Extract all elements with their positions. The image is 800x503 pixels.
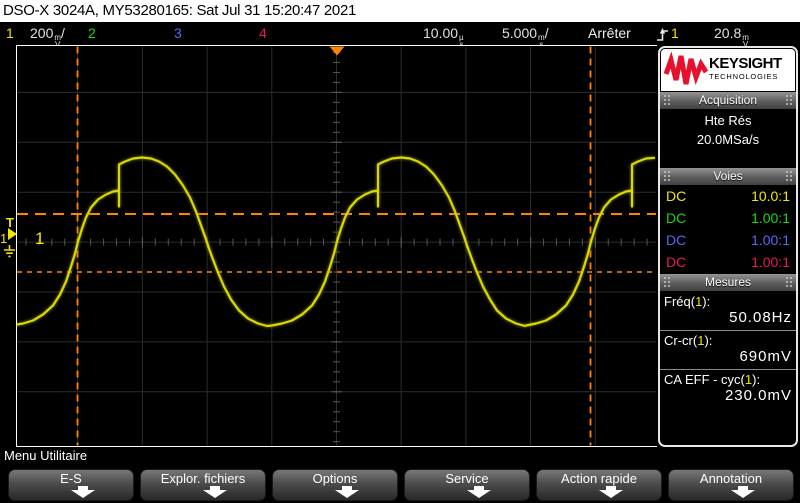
measurements-list: Fréq(1): 50.08Hz Cr-cr(1): 690mV CA EFF … — [660, 292, 796, 408]
channel4-button[interactable]: 4 — [259, 25, 267, 41]
measurement-value: 690mV — [739, 348, 792, 365]
softkey-es[interactable]: E-S — [8, 469, 134, 501]
trigger-source-indicator[interactable]: 1 — [671, 25, 679, 41]
title-bar: DSO-X 3024A, MY53280165: Sat Jul 31 15:2… — [0, 0, 800, 22]
keysight-logo: KEYSIGHT TECHNOLOGIES — [661, 49, 795, 91]
channel1-row[interactable]: DC 10.0:1 — [660, 185, 796, 207]
rising-edge-trigger-icon — [657, 28, 668, 41]
measurement-frequency: Fréq(1): 50.08Hz — [660, 292, 796, 331]
menu-title: Menu Utilitaire — [4, 448, 88, 463]
grip-icon — [786, 95, 792, 106]
keysight-logo-text: KEYSIGHT TECHNOLOGIES — [709, 55, 782, 82]
acquisition-mode: Hte Rés — [704, 113, 752, 128]
per-div-slash: / — [61, 25, 65, 41]
softkey-explorer-fichiers[interactable]: Explor. fichiers — [140, 469, 266, 501]
softkey-annotation[interactable]: Annotation — [668, 469, 794, 501]
channels-list: DC 10.0:1 DC 1.00:1 DC 1.00:1 DC 1.00:1 — [660, 185, 796, 273]
acquisition-section-header[interactable]: Acquisition — [660, 92, 796, 109]
trigger-level-readout[interactable]: 20.8 m V — [714, 25, 749, 49]
softkey-options[interactable]: Options — [272, 469, 398, 501]
measurements-section-header[interactable]: Mesures — [660, 274, 796, 291]
sidebar-panel: KEYSIGHT TECHNOLOGIES Acquisition Hte Ré… — [658, 46, 798, 447]
measurement-value: 230.0mV — [724, 387, 792, 404]
run-state-indicator[interactable]: Arrêter — [588, 25, 631, 41]
measurement-ac-rms: CA EFF - cyc(1): 230.0mV — [664, 372, 792, 404]
softkey-service[interactable]: Service — [404, 469, 530, 501]
channel3-button[interactable]: 3 — [174, 25, 182, 41]
grip-icon — [664, 171, 670, 182]
grip-icon — [786, 277, 792, 288]
keysight-spark-icon — [663, 51, 709, 85]
channels-section-header[interactable]: Voies — [660, 168, 796, 185]
channel3-row[interactable]: DC 1.00:1 — [660, 229, 796, 251]
softkey-action-rapide[interactable]: Action rapide — [536, 469, 662, 501]
oscilloscope-screen: DSO-X 3024A, MY53280165: Sat Jul 31 15:2… — [0, 0, 800, 503]
channel4-row[interactable]: DC 1.00:1 — [660, 251, 796, 273]
grip-icon — [664, 277, 670, 288]
acquisition-info: Hte Rés 20.0MSa/s — [660, 109, 796, 147]
measurement-peak-to-peak: Cr-cr(1): 690mV — [660, 331, 796, 370]
trigger-level-marker-icon[interactable] — [8, 228, 17, 240]
ground-icon — [4, 245, 15, 258]
channel2-button[interactable]: 2 — [88, 25, 96, 41]
measurement-value: 50.08Hz — [729, 309, 792, 326]
channel1-ground-marker[interactable]: 1 — [0, 231, 7, 246]
channel1-button[interactable]: 1 — [6, 25, 14, 41]
grip-icon — [786, 171, 792, 182]
grip-icon — [664, 95, 670, 106]
instrument-id-text: DSO-X 3024A, MY53280165: Sat Jul 31 15:2… — [3, 2, 357, 19]
scope-graticule — [17, 46, 656, 446]
channel1-trace-label: 1 — [35, 229, 45, 248]
sample-rate: 20.0MSa/s — [696, 132, 760, 147]
channel1-scale-value: 200 — [30, 25, 54, 41]
status-bar: 1 200mV/ 2 3 4 10.00µs 5.000ms/ Arrêter … — [0, 22, 800, 49]
channel2-row[interactable]: DC 1.00:1 — [660, 207, 796, 229]
